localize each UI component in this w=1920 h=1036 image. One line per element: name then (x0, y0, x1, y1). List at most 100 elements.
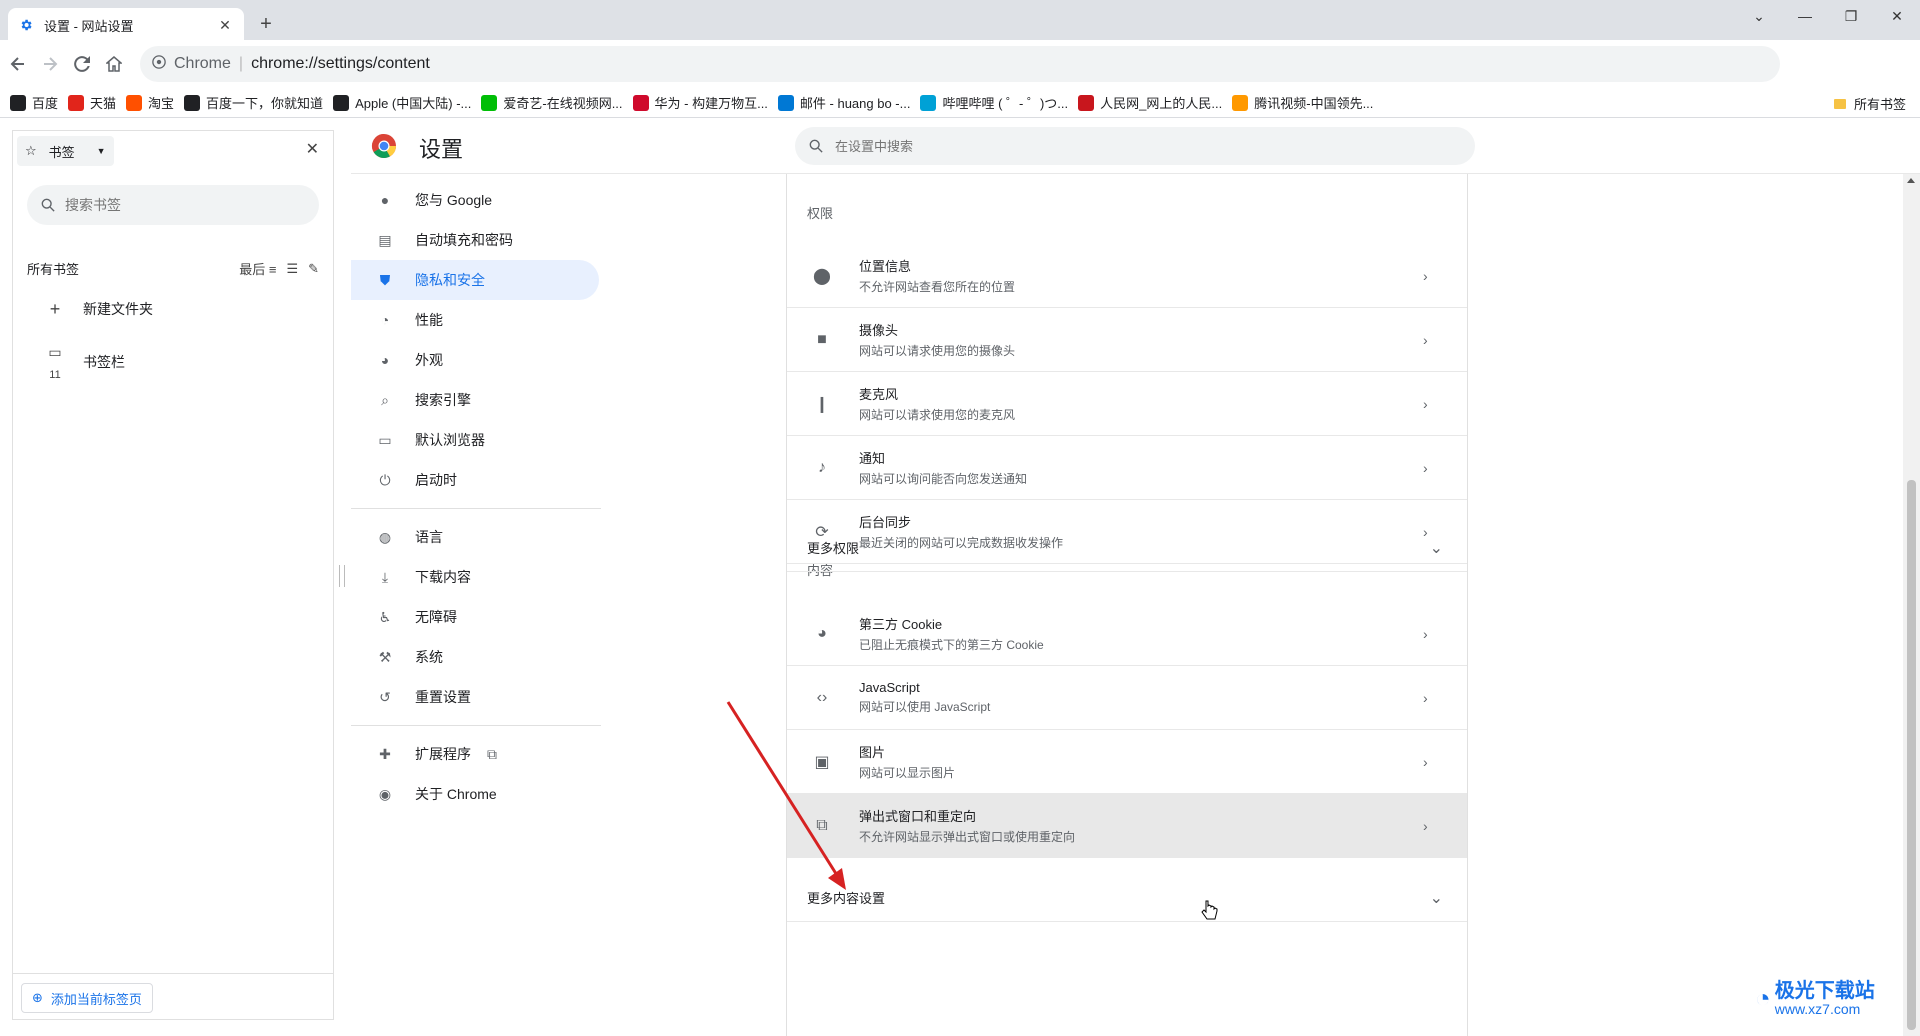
setting-row-title: 摄像头 (859, 323, 899, 338)
list-view-icon[interactable]: ☰ (286, 261, 298, 277)
add-current-tab-button[interactable]: ⊕ 添加当前标签页 (21, 983, 153, 1013)
site-favicon-icon (1232, 94, 1249, 111)
reload-button[interactable] (68, 50, 96, 78)
settings-search-input[interactable] (835, 138, 1435, 154)
bookmark-item[interactable]: 哔哩哔哩 ( ゜- ゜)つ... (920, 93, 1068, 112)
sort-button[interactable]: 最后 ≡ (239, 259, 276, 278)
settings-title: 设置 (419, 137, 464, 162)
nav-item[interactable]: ⚒ 系统 (351, 637, 599, 677)
puzzle-icon: ✚ (379, 745, 391, 762)
bookmark-item[interactable]: 腾讯视频-中国领先... (1232, 93, 1373, 112)
edit-icon[interactable]: ✎ (308, 261, 319, 277)
all-bookmarks-label: 所有书签 (1853, 97, 1906, 112)
forward-button[interactable] (36, 50, 64, 78)
setting-row[interactable]: ‹› JavaScript 网站可以使用 JavaScript › (787, 666, 1467, 730)
nav-item[interactable]: ⤓ 下载内容 (351, 557, 599, 597)
bookmark-search-input[interactable] (65, 197, 305, 213)
folder-count: 11 (49, 368, 61, 381)
nav-item[interactable]: ◍ 语言 (351, 517, 599, 557)
tab-close-icon[interactable]: ✕ (216, 16, 234, 34)
bookmark-item[interactable]: 天猫 (68, 93, 116, 112)
chrome-icon: ◉ (378, 785, 392, 802)
all-bookmarks-button[interactable]: 所有书签 (1833, 94, 1906, 113)
clipboard-icon: ▤ (378, 231, 392, 248)
nav-item[interactable]: ⌕ 搜索引擎 (351, 380, 599, 420)
chevron-down-icon: ⌄ (1429, 539, 1443, 557)
address-bar[interactable]: Chrome | chrome://settings/content (140, 46, 1780, 82)
expand-section[interactable]: 更多权限 ⌄ (787, 524, 1467, 572)
site-favicon-icon (1078, 94, 1095, 111)
setting-row[interactable]: ◕ 第三方 Cookie 已阻止无痕模式下的第三方 Cookie › (787, 602, 1467, 666)
bookmark-item[interactable]: 淘宝 (126, 93, 174, 112)
new-tab-button[interactable]: + (254, 12, 278, 36)
location-icon: ⬤ (813, 267, 831, 285)
nav-item[interactable]: ▤ 自动填充和密码 (351, 220, 599, 260)
setting-row-title: 图片 (859, 745, 886, 760)
bookmark-item[interactable]: Apple (中国大陆) -... (333, 93, 471, 112)
nav-item-label: 语言 (415, 529, 443, 545)
sort-label: 最后 (239, 262, 266, 277)
add-circle-icon: ⊕ (32, 990, 43, 1005)
wrench-icon: ⚒ (378, 648, 392, 665)
new-folder-item[interactable]: + 新建文件夹 (27, 291, 327, 327)
nav-item[interactable]: ♿ 无障碍 (351, 597, 599, 637)
maximize-button[interactable]: ❐ (1828, 0, 1874, 32)
setting-row-title: 第三方 Cookie (859, 617, 943, 632)
setting-row[interactable]: ♪ 通知 网站可以询问能否向您发送通知 › (787, 436, 1467, 500)
bookmark-item[interactable]: 百度一下，你就知道 (184, 93, 323, 112)
page-scrollbar[interactable] (1903, 174, 1920, 1036)
bookmarks-bar-folder[interactable]: ▭ 11 书签栏 (27, 337, 327, 387)
nav-item[interactable]: ↺ 重置设置 (351, 677, 599, 717)
bookmark-item[interactable]: 邮件 - huang bo -... (777, 93, 910, 112)
tab-search-icon[interactable]: ⌄ (1736, 0, 1782, 32)
bookmark-search[interactable] (27, 185, 319, 225)
bookmark-item[interactable]: 人民网_网上的人民... (1078, 93, 1222, 112)
tab-strip: 设置 - 网站设置 ✕ + ⌄ — ❐ ✕ (0, 0, 1920, 42)
setting-row[interactable]: ▣ 图片 网站可以显示图片 › (787, 730, 1467, 794)
setting-row[interactable]: ⬤ 位置信息 不允许网站查看您所在的位置 › (787, 244, 1467, 308)
scroll-up-arrow-icon[interactable] (1907, 178, 1915, 183)
side-panel-selector[interactable]: ☆ 书签 ▼ (17, 136, 114, 166)
setting-row-description: 不允许网站查看您所在的位置 (859, 280, 1016, 294)
bookmark-item[interactable]: 爱奇艺-在线视频网... (481, 93, 623, 112)
nav-item-label: 自动填充和密码 (415, 232, 513, 248)
microphone-icon: ❙ (815, 395, 829, 413)
nav-item[interactable]: ◉ 关于 Chrome (351, 774, 599, 814)
nav-item[interactable]: ▭ 默认浏览器 (351, 420, 599, 460)
setting-row[interactable]: ■ 摄像头 网站可以请求使用您的摄像头 › (787, 308, 1467, 372)
nav-item[interactable]: ◔ 性能 (351, 300, 599, 340)
nav-item[interactable]: ● 您与 Google (351, 180, 599, 220)
setting-row-description: 已阻止无痕模式下的第三方 Cookie (859, 638, 1044, 652)
expand-section[interactable]: 更多内容设置 ⌄ (787, 874, 1467, 922)
scroll-thumb[interactable] (1907, 480, 1916, 1030)
settings-search[interactable] (795, 127, 1475, 165)
bookmark-label: 天猫 (90, 96, 117, 111)
side-panel-close-icon[interactable]: ✕ (306, 139, 319, 159)
expand-label: 更多权限 (807, 541, 860, 556)
side-panel-resize-handle[interactable] (339, 565, 345, 587)
folder-icon: ▭ 11 (48, 343, 62, 381)
home-button[interactable] (100, 50, 128, 78)
address-url[interactable]: chrome://settings/content (251, 55, 430, 73)
setting-row[interactable]: ❙ 麦克风 网站可以请求使用您的麦克风 › (787, 372, 1467, 436)
bookmark-item[interactable]: 百度 (10, 93, 58, 112)
watermark: ◔ 极光下载站 www.xz7.com (1755, 980, 1875, 1017)
site-favicon-icon (126, 94, 143, 111)
search-icon (809, 139, 823, 153)
setting-row-text: 麦克风 网站可以请求使用您的麦克风 (859, 384, 1423, 423)
site-favicon-icon (333, 94, 350, 111)
tab-settings[interactable]: 设置 - 网站设置 ✕ (8, 8, 244, 42)
minimize-button[interactable]: — (1782, 0, 1828, 32)
back-button[interactable] (4, 50, 32, 78)
gear-icon (18, 17, 34, 33)
close-window-button[interactable]: ✕ (1874, 0, 1920, 32)
site-settings-card: 权限 内容 ⬤ 位置信息 不允许网站查看您所在的位置 › ■ 摄像头 网站可以请求使用您的摄… (786, 174, 1468, 1036)
bookmark-item[interactable]: 华为 - 构建万物互... (632, 93, 768, 112)
nav-item[interactable]: ⛊ 隐私和安全 (351, 260, 599, 300)
nav-item[interactable]: ✚ 扩展程序 ⧉ (351, 734, 599, 774)
setting-row[interactable]: ⧉ 弹出式窗口和重定向 不允许网站显示弹出式窗口或使用重定向 › (787, 794, 1467, 858)
nav-item[interactable]: ⏻ 启动时 (351, 460, 599, 500)
nav-item[interactable]: ◕ 外观 (351, 340, 599, 380)
side-panel-header: ☆ 书签 ▼ (17, 135, 114, 167)
download-icon: ⤓ (381, 568, 389, 585)
